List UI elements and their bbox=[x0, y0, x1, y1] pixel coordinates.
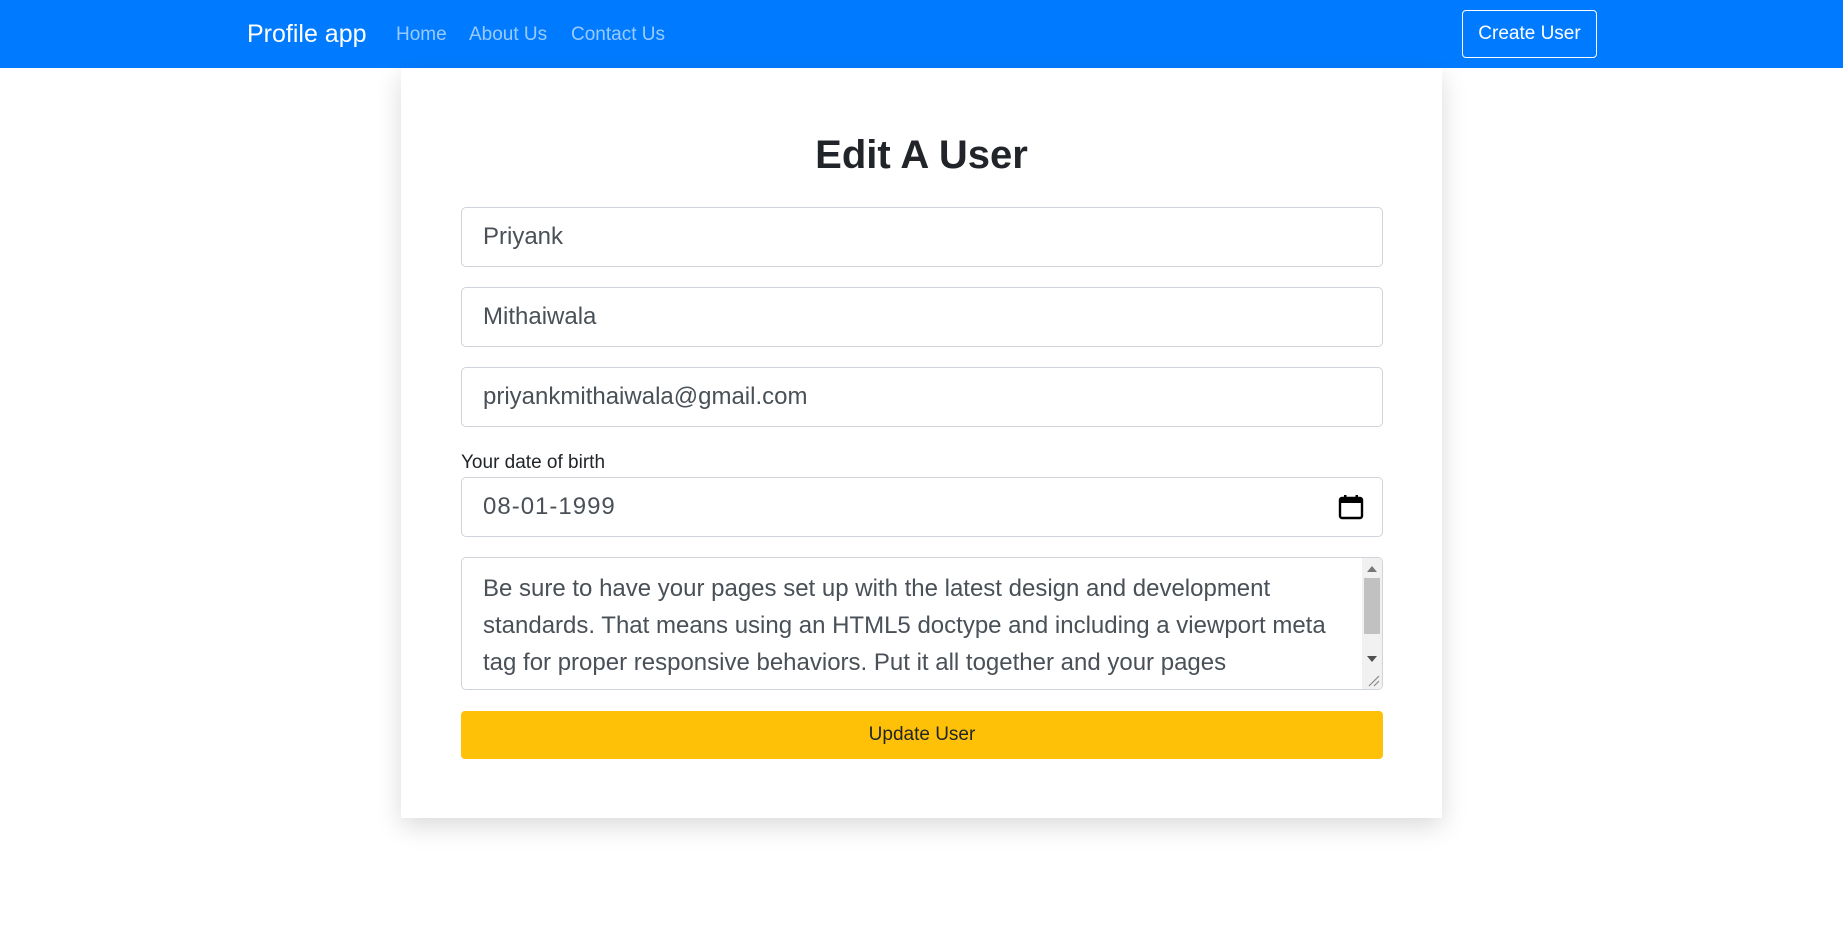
scroll-thumb[interactable] bbox=[1364, 578, 1380, 634]
nav-link-about-us[interactable]: About Us bbox=[469, 22, 547, 48]
first-name-field[interactable] bbox=[461, 207, 1383, 267]
textarea-scrollbar[interactable] bbox=[1362, 558, 1382, 689]
scroll-down-arrow-icon[interactable] bbox=[1367, 656, 1377, 662]
last-name-field[interactable] bbox=[461, 287, 1383, 347]
nav-link-home[interactable]: Home bbox=[396, 22, 447, 48]
calendar-icon[interactable] bbox=[1338, 494, 1364, 520]
bio-text: Be sure to have your pages set up with t… bbox=[483, 575, 1326, 676]
nav-link-contact-us[interactable]: Contact Us bbox=[571, 22, 665, 48]
resize-grip-icon[interactable] bbox=[1366, 673, 1380, 687]
dob-value: 08-01-1999 bbox=[483, 493, 616, 520]
dob-field[interactable]: 08-01-1999 bbox=[461, 477, 1383, 537]
update-user-button[interactable]: Update User bbox=[461, 711, 1383, 759]
page-title: Edit A User bbox=[815, 133, 1028, 177]
scroll-up-arrow-icon[interactable] bbox=[1367, 566, 1377, 572]
dob-label: Your date of birth bbox=[461, 452, 606, 473]
brand-logo[interactable]: Profile app bbox=[247, 17, 367, 51]
bio-textarea[interactable]: Be sure to have your pages set up with t… bbox=[461, 557, 1383, 690]
navbar: Profile app Home About Us Contact Us Cre… bbox=[0, 0, 1843, 68]
edit-user-card: Edit A User Your date of birth 08-01-199… bbox=[401, 68, 1442, 818]
email-field[interactable] bbox=[461, 367, 1383, 427]
create-user-button[interactable]: Create User bbox=[1462, 10, 1597, 58]
